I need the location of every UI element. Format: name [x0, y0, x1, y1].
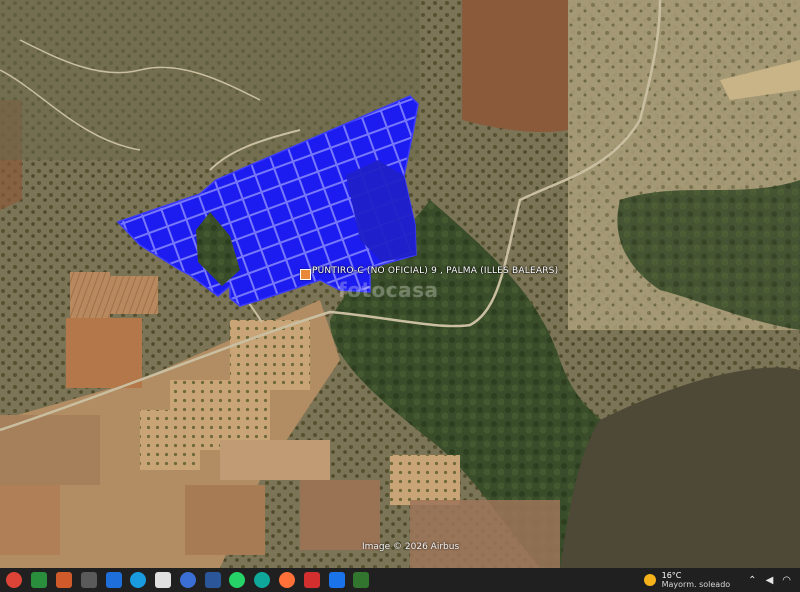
weather-temperature: 16°C [661, 571, 682, 580]
system-tray: 16°C Mayorm. soleado ⌃ ◀ ◠ [643, 568, 800, 592]
project-icon[interactable] [353, 572, 370, 588]
sway-icon[interactable] [328, 572, 345, 588]
weather-description: Mayorm. soleado [661, 580, 731, 589]
speaker-icon[interactable]: ◀ [766, 575, 774, 586]
windows-taskbar: 16°C Mayorm. soleado ⌃ ◀ ◠ [0, 568, 800, 592]
location-marker-icon[interactable] [300, 269, 311, 280]
task-view-icon[interactable] [80, 572, 97, 588]
wifi-icon[interactable]: ◠ [782, 575, 791, 586]
firefox-icon[interactable] [278, 572, 295, 588]
taskbar-apps [0, 572, 374, 588]
imagery-attribution: Image © 2026 Airbus [362, 542, 460, 552]
watermark: fotocasa [338, 278, 439, 302]
weather-widget[interactable]: 16°C Mayorm. soleado [662, 571, 731, 589]
photos-icon[interactable] [105, 572, 122, 588]
satellite-map[interactable]: PUNTIRO-C (NO OFICIAL) 9 , PALMA (ILLES … [0, 0, 800, 568]
weather-sun-icon[interactable] [643, 574, 656, 586]
store-icon[interactable] [204, 572, 221, 588]
acrobat-icon[interactable] [303, 572, 320, 588]
document-app-icon[interactable] [31, 572, 48, 588]
globe-icon[interactable] [179, 572, 196, 588]
teal-app-icon[interactable] [254, 572, 271, 588]
file-icon[interactable] [155, 572, 172, 588]
chevron-up-icon[interactable]: ⌃ [748, 575, 756, 586]
chrome-icon[interactable] [6, 572, 23, 588]
whatsapp-icon[interactable] [229, 572, 246, 588]
presentation-icon[interactable] [55, 572, 72, 588]
edge-icon[interactable] [130, 572, 147, 588]
place-label[interactable]: PUNTIRO-C (NO OFICIAL) 9 , PALMA (ILLES … [312, 266, 558, 276]
